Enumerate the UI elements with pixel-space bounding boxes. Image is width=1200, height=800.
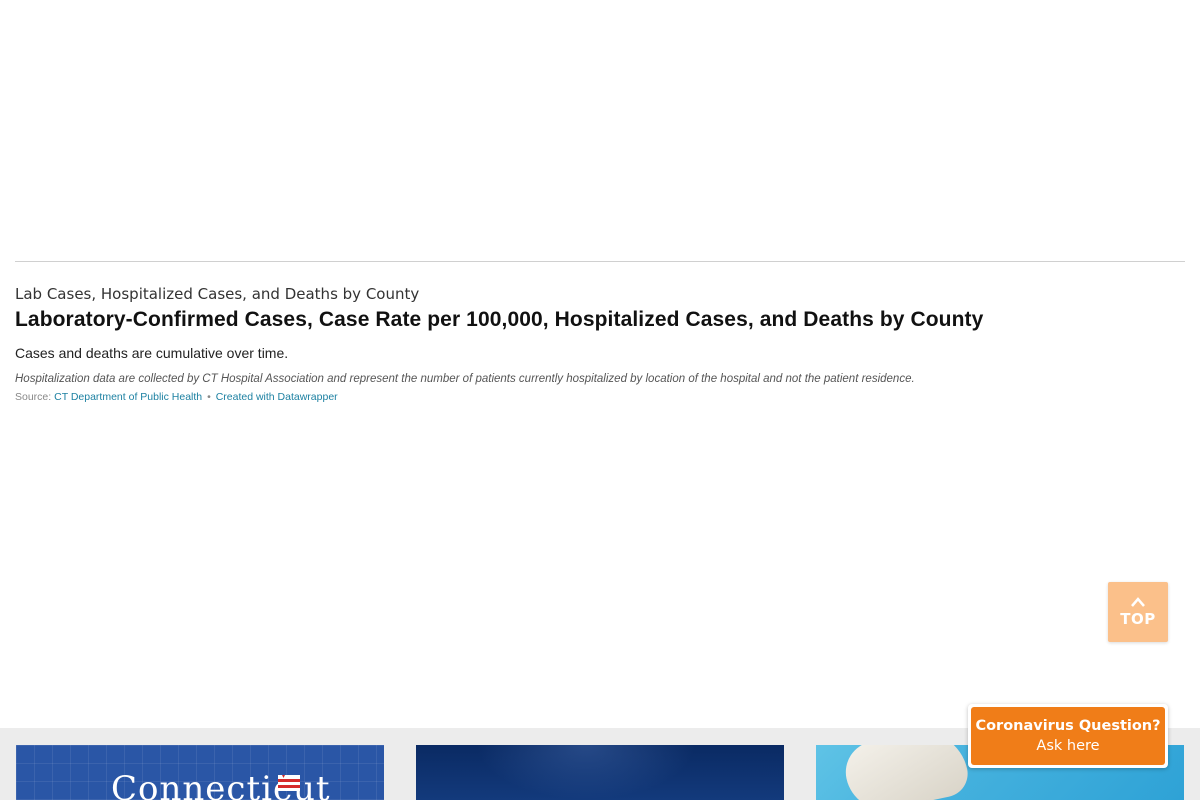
- chat-title: Coronavirus Question?: [975, 718, 1161, 734]
- datawrapper-link[interactable]: Created with Datawrapper: [216, 391, 338, 403]
- back-to-top-label: TOP: [1120, 610, 1156, 628]
- chart-title: Laboratory-Confirmed Cases, Case Rate pe…: [15, 308, 984, 331]
- section-divider: [15, 261, 1185, 262]
- related-card-2[interactable]: [416, 745, 784, 800]
- coronavirus-chat-widget[interactable]: Coronavirus Question? Ask here: [968, 704, 1168, 768]
- chart-source: Source: CT Department of Public Health •…: [15, 390, 1185, 404]
- back-to-top-button[interactable]: TOP: [1108, 582, 1168, 642]
- chat-button[interactable]: Coronavirus Question? Ask here: [971, 707, 1165, 765]
- chart-section: Lab Cases, Hospitalized Cases, and Death…: [15, 284, 1185, 404]
- chart-intro: Cases and deaths are cumulative over tim…: [15, 345, 289, 361]
- related-card-connecticut[interactable]: Connecticut: [16, 745, 384, 800]
- source-prefix: Source:: [15, 391, 52, 403]
- source-link[interactable]: CT Department of Public Health: [54, 391, 202, 403]
- chat-subtitle: Ask here: [1036, 738, 1100, 754]
- chart-notes: Hospitalization data are collected by CT…: [15, 373, 915, 385]
- chevron-up-icon: [1131, 597, 1145, 607]
- source-separator: •: [207, 391, 211, 403]
- card-image: [840, 745, 972, 800]
- card-image: [476, 745, 696, 800]
- flag-icon: [278, 775, 300, 791]
- section-label: Lab Cases, Hospitalized Cases, and Death…: [15, 285, 420, 303]
